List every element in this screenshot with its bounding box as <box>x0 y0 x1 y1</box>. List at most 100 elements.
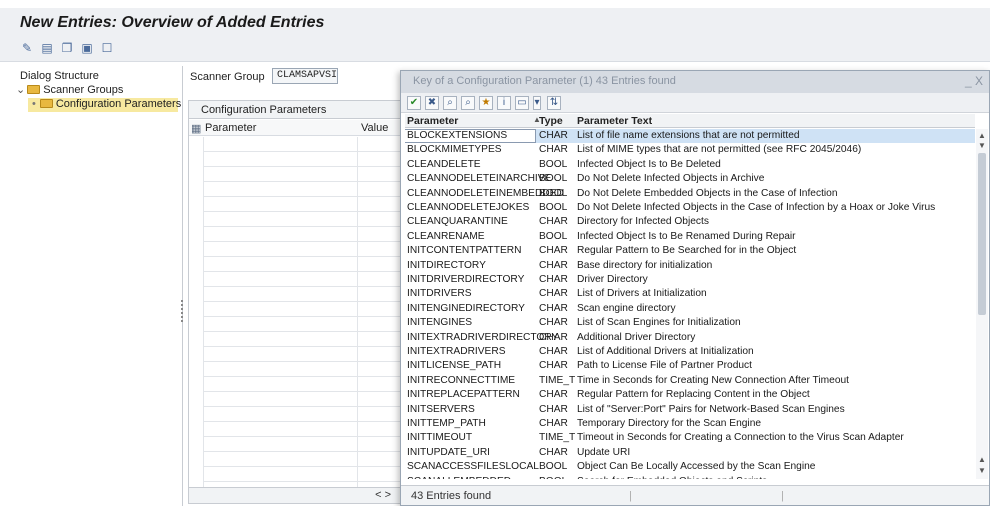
result-row[interactable]: CLEANNODELETEJOKES BOOL Do Not Delete Infe… <box>405 201 975 215</box>
result-row[interactable]: INITTEMP_PATH CHAR Temporary Directory for… <box>405 417 975 431</box>
result-row[interactable]: SCANALLEMBEDDED BOOL Search for Embedded O… <box>405 475 975 479</box>
info-icon[interactable]: i <box>497 96 511 110</box>
column-header-value[interactable]: Value <box>361 122 388 134</box>
result-row[interactable]: INITLICENSE_PATH CHAR Path to License File… <box>405 359 975 373</box>
column-settings-icon[interactable]: ▦ <box>191 122 201 135</box>
display-change-icon[interactable]: ✎ <box>20 41 34 55</box>
result-row[interactable]: CLEANNODELETEINARCHIVE BOOL Do Not Delete … <box>405 172 975 186</box>
table-row[interactable] <box>203 467 401 482</box>
result-row[interactable]: CLEANNODELETEINEMBEDDED BOOL Do Not Delete… <box>405 187 975 201</box>
sort-icon[interactable]: ⇅ <box>547 96 561 110</box>
scanner-group-field[interactable]: CLAMSAPVSI <box>272 68 338 84</box>
table-title: Configuration Parameters <box>201 104 327 116</box>
table-row[interactable] <box>203 332 401 347</box>
table-row[interactable] <box>203 167 401 182</box>
filter-icon[interactable]: ★ <box>479 96 493 110</box>
table-row[interactable] <box>203 272 401 287</box>
column-header-parameter-text[interactable]: Parameter Text <box>577 115 652 127</box>
move-icon[interactable]: ▣ <box>80 41 94 55</box>
result-row[interactable]: INITDIRECTORY CHAR Base directory for init… <box>405 259 975 273</box>
table-row[interactable] <box>203 242 401 257</box>
cell-parameter: BLOCKMIMETYPES <box>407 144 502 156</box>
cell-parameter: BLOCKEXTENSIONS <box>405 129 536 143</box>
scrollbar-thumb[interactable] <box>978 153 986 315</box>
table-row[interactable] <box>203 152 401 167</box>
cell-parameter-text: Driver Directory <box>577 274 648 285</box>
scroll-down-icon[interactable]: ▼ <box>977 466 987 475</box>
table-row[interactable] <box>203 377 401 392</box>
find-icon[interactable]: ⌕ <box>443 96 457 110</box>
scroll-up-icon[interactable]: ▲ <box>977 131 987 140</box>
result-row[interactable]: INITEXTRADRIVERDIRECTORY CHAR Additional D… <box>405 331 975 345</box>
entries-found-status: 43 Entries found <box>411 490 492 502</box>
result-row[interactable]: INITENGINES CHAR List of Scan Engines for … <box>405 316 975 330</box>
table-row[interactable] <box>203 287 401 302</box>
select-icon[interactable]: ☐ <box>100 41 114 55</box>
result-row[interactable]: INITREPLACEPATTERN CHAR Regular Pattern fo… <box>405 388 975 402</box>
result-row[interactable]: INITDRIVERDIRECTORY CHAR Driver Directory <box>405 273 975 287</box>
scroll-nav-arrows[interactable]: < > <box>375 489 391 501</box>
cell-type: CHAR <box>539 302 568 314</box>
table-row[interactable] <box>203 317 401 332</box>
result-row[interactable]: INITCONTENTPATTERN CHAR Regular Pattern to… <box>405 244 975 258</box>
cell-type: CHAR <box>539 360 568 372</box>
open-folder-icon <box>39 99 53 108</box>
dialog-window-controls[interactable]: _ X <box>965 74 983 88</box>
table-row[interactable] <box>203 407 401 422</box>
result-row[interactable]: BLOCKEXTENSIONS CHAR List of file name ext… <box>405 129 975 144</box>
scroll-down-icon[interactable]: ▼ <box>977 141 987 150</box>
table-row[interactable] <box>203 197 401 212</box>
table-row[interactable] <box>203 182 401 197</box>
cell-type: CHAR <box>539 317 568 329</box>
find-next-icon[interactable]: ⌕ <box>461 96 475 110</box>
result-row[interactable]: INITENGINEDIRECTORY CHAR Scan engine direc… <box>405 302 975 316</box>
scroll-up-icon[interactable]: ▲ <box>977 455 987 464</box>
tree-item-configuration-parameters[interactable]: • Configuration Parameters <box>32 98 181 110</box>
cell-parameter: CLEANNODELETEINARCHIVE <box>407 173 552 185</box>
table-row[interactable] <box>203 212 401 227</box>
result-row[interactable]: INITSERVERS CHAR List of "Server:Port" Pai… <box>405 403 975 417</box>
dropdown-icon[interactable]: ▾ <box>533 96 541 110</box>
table-row[interactable] <box>203 257 401 272</box>
column-header-type[interactable]: Type <box>539 115 563 127</box>
cell-type: BOOL <box>539 187 568 199</box>
result-row[interactable]: CLEANQUARANTINE CHAR Directory for Infecte… <box>405 215 975 229</box>
cell-parameter: INITTIMEOUT <box>407 432 473 444</box>
result-row[interactable]: SCANACCESSFILESLOCAL BOOL Object Can Be Lo… <box>405 460 975 474</box>
copy-icon[interactable]: ❐ <box>60 41 74 55</box>
table-row[interactable] <box>203 422 401 437</box>
configuration-parameters-table: Configuration Parameters ▦ Parameter Val… <box>188 100 402 504</box>
cell-parameter: CLEANQUARANTINE <box>407 216 508 228</box>
result-row[interactable]: INITDRIVERS CHAR List of Drivers at Initia… <box>405 287 975 301</box>
cell-parameter-text: Directory for Infected Objects <box>577 216 709 228</box>
confirm-icon[interactable]: ✔ <box>407 96 421 110</box>
table-row[interactable] <box>203 437 401 452</box>
table-row[interactable] <box>203 227 401 242</box>
print-icon[interactable]: ▭ <box>515 96 529 110</box>
result-row[interactable]: INITRECONNECTTIME TIME_T Time in Seconds f… <box>405 374 975 388</box>
result-row[interactable]: INITEXTRADRIVERS CHAR List of Additional D… <box>405 345 975 359</box>
cell-parameter-text: List of MIME types that are not permitte… <box>577 144 862 156</box>
result-row[interactable]: CLEANRENAME BOOL Infected Object Is to Be … <box>405 230 975 244</box>
table-icon[interactable]: ▤ <box>40 41 54 55</box>
column-header-parameter[interactable]: Parameter <box>205 122 256 134</box>
table-row[interactable] <box>203 302 401 317</box>
table-row[interactable] <box>203 452 401 467</box>
dialog-result-list: BLOCKEXTENSIONS CHAR List of file name ext… <box>405 129 975 479</box>
dialog-title-bar[interactable]: Key of a Configuration Parameter (1) 43 … <box>401 71 989 93</box>
result-row[interactable]: INITUPDATE_URI CHAR Update URI <box>405 446 975 460</box>
column-header-parameter[interactable]: Parameter <box>407 115 458 127</box>
cell-parameter-text: Additional Driver Directory <box>577 331 696 343</box>
table-row[interactable] <box>203 137 401 152</box>
table-row[interactable] <box>203 362 401 377</box>
cancel-icon[interactable]: ✖ <box>425 96 439 110</box>
result-row[interactable]: CLEANDELETE BOOL Infected Object Is to Be … <box>405 158 975 172</box>
result-row[interactable]: INITTIMEOUT TIME_T Timeout in Seconds for … <box>405 431 975 445</box>
table-row[interactable] <box>203 392 401 407</box>
table-row[interactable] <box>203 347 401 362</box>
result-row[interactable]: BLOCKMIMETYPES CHAR List of MIME types tha… <box>405 143 975 157</box>
cell-parameter-text: Infected Object Is to Be Deleted <box>577 158 721 170</box>
vertical-scrollbar[interactable]: ▲ ▼ ▲ ▼ <box>976 129 988 479</box>
tree-item-scanner-groups[interactable]: ⌄ Scanner Groups <box>16 83 123 96</box>
chevron-down-icon[interactable]: ⌄ <box>16 84 25 96</box>
